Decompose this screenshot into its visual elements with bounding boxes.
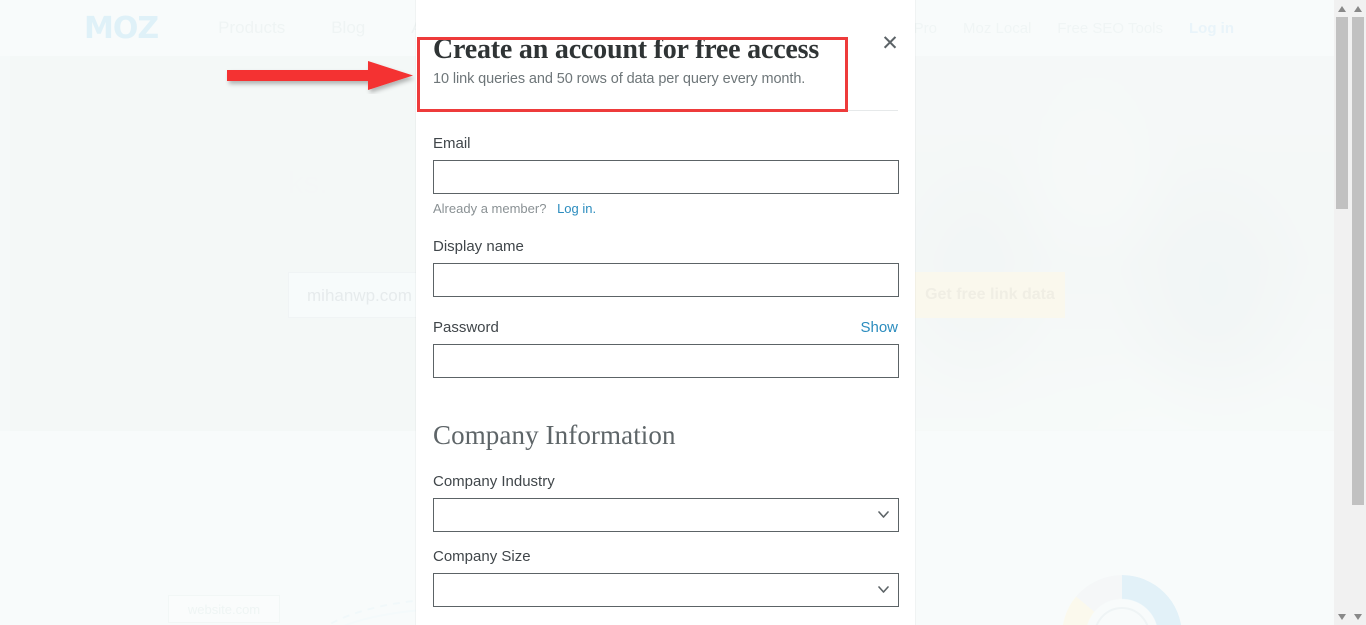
log-in-link[interactable]: Log in.: [557, 201, 596, 216]
company-size-label: Company Size: [433, 548, 531, 566]
page-scroll-up-arrow[interactable]: [1350, 0, 1366, 17]
signup-form: Email Already a member? Log in. Display …: [416, 111, 915, 625]
company-size-field-group: Company Size: [433, 548, 899, 608]
browser-viewport: ks. mihanwp.com Get free link data MOZ P…: [0, 0, 1366, 625]
password-label: Password: [433, 319, 499, 337]
show-password-toggle[interactable]: Show: [860, 319, 898, 336]
email-input[interactable]: [433, 160, 899, 195]
company-information-heading: Company Information: [433, 420, 676, 451]
display-name-input[interactable]: [433, 263, 899, 298]
modal-subtitle: 10 link queries and 50 rows of data per …: [433, 71, 806, 88]
modal-scrollbar[interactable]: [1334, 0, 1350, 625]
signup-modal: Create an account for free access 10 lin…: [416, 0, 915, 625]
company-size-select-wrap: [433, 573, 899, 608]
page-scroll-down-arrow[interactable]: [1350, 608, 1366, 625]
email-field-group: Email Already a member? Log in.: [433, 135, 899, 216]
company-industry-select-wrap: [433, 498, 899, 533]
page-scrollbar[interactable]: [1350, 0, 1366, 625]
company-industry-field-group: Company Industry: [433, 473, 899, 533]
modal-header: Create an account for free access 10 lin…: [416, 0, 915, 87]
already-member-label: Already a member?: [433, 201, 547, 217]
close-icon[interactable]: ✕: [877, 30, 903, 56]
company-industry-select[interactable]: [433, 498, 899, 533]
page-scroll-thumb[interactable]: [1352, 17, 1364, 505]
password-input[interactable]: [433, 344, 899, 379]
modal-scroll-down-arrow[interactable]: [1334, 608, 1350, 625]
email-label: Email: [433, 135, 471, 153]
modal-scroll-up-arrow[interactable]: [1334, 0, 1350, 17]
password-label-row: Password Show: [433, 319, 898, 344]
signup-modal-content: Create an account for free access 10 lin…: [416, 0, 915, 625]
display-name-label: Display name: [433, 238, 524, 256]
company-size-select[interactable]: [433, 573, 899, 608]
password-field-group: Password Show: [433, 319, 899, 379]
already-member-text: Already a member? Log in.: [433, 201, 898, 216]
company-industry-label: Company Industry: [433, 473, 555, 491]
modal-title: Create an account for free access: [433, 34, 820, 65]
display-name-field-group: Display name: [433, 238, 899, 298]
modal-scroll-thumb[interactable]: [1336, 17, 1348, 209]
